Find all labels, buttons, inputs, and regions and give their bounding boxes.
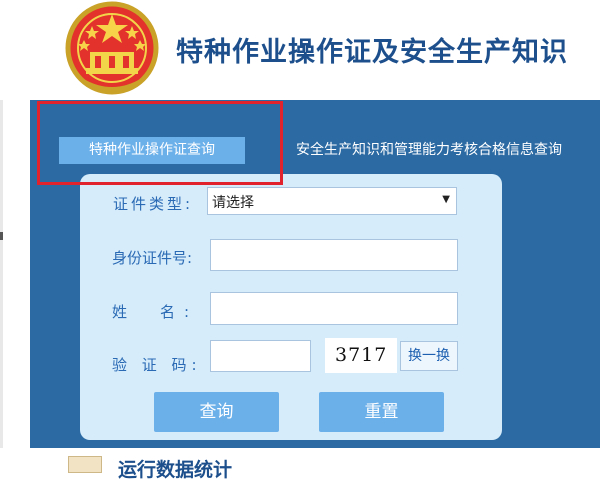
national-emblem-icon [65, 1, 159, 95]
edge-tick-mark [0, 232, 3, 240]
chevron-down-icon: ▼ [442, 194, 450, 205]
captcha-label: 验 证 码: [112, 356, 202, 374]
reset-button[interactable]: 重置 [319, 392, 444, 432]
id-number-input[interactable] [210, 239, 458, 271]
document-icon [68, 456, 102, 473]
cert-type-selected-value: 请选择 [212, 195, 254, 211]
query-button[interactable]: 查询 [154, 392, 279, 432]
name-label: 姓 名: [112, 303, 199, 321]
site-title: 特种作业操作证及安全生产知识 [176, 37, 568, 68]
tab-safety-knowledge-qualification-query[interactable]: 安全生产知识和管理能力考核合格信息查询 [296, 137, 562, 164]
cert-type-label: 证件类型: [113, 195, 194, 213]
captcha-code: 3717 [335, 344, 388, 366]
name-input[interactable] [210, 292, 458, 325]
captcha-image[interactable]: 3717 [325, 338, 397, 373]
captcha-input[interactable] [210, 340, 311, 372]
captcha-refresh-button[interactable]: 换一换 [400, 341, 458, 371]
site-header: 特种作业操作证及安全生产知识 [0, 0, 600, 100]
statistics-section-title: 运行数据统计 [118, 459, 233, 481]
cert-type-select[interactable]: 请选择 ▼ [207, 187, 457, 215]
id-number-label: 身份证件号: [112, 249, 193, 267]
highlight-annotation-box [37, 101, 283, 185]
